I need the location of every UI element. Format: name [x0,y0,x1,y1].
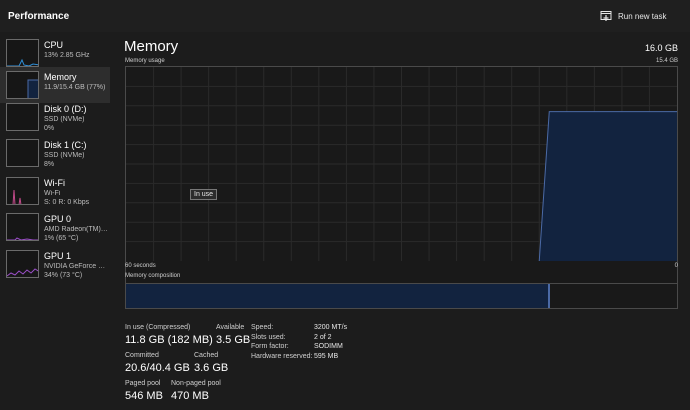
in-use-value: 11.8 GB (182 MB) [125,334,213,346]
sidebar-item-name: Disk 1 (C:) [44,140,87,150]
memory-total: 16.0 GB [644,43,678,53]
title-bar: Performance Run new task [0,0,690,32]
stat-paged-pool: Paged pool 546 MB [125,380,163,402]
sidebar-item-disk-0[interactable]: Disk 0 (D:) SSD (NVMe) 0% [0,99,110,135]
sidebar-item-sub2: 34% (73 °C) [44,272,83,279]
stat-cached: Cached 3.6 GB [194,352,228,374]
sidebar-item-disk-1[interactable]: Disk 1 (C:) SSD (NVMe) 8% [0,135,110,171]
cached-label: Cached [194,352,219,359]
memory-title: Memory [124,38,179,55]
cached-value: 3.6 GB [194,362,229,374]
paged-pool-value: 546 MB [125,390,163,402]
sidebar-item-sub2: 0% [44,125,55,132]
memory-composition-label: Memory composition [125,273,181,279]
sidebar-item-sub: Wi-Fi [44,190,61,197]
memory-thumbnail-graph [6,71,39,99]
sidebar-item-sub2: 1% (65 °C) [44,235,79,242]
in-use-label: In use (Compressed) [125,324,191,331]
sidebar-item-name: GPU 0 [44,214,72,224]
sidebar-item-sub: AMD Radeon(TM) Gr... [44,226,108,233]
speed-value: 3200 MT/s [314,324,348,331]
gpu-1-thumbnail-graph [6,250,39,278]
detail-slots: Slots used: 2 of 2 [251,334,381,344]
memory-panel: Memory 16.0 GB Memory usage 15.4 GB In u… [110,32,690,410]
slots-value: 2 of 2 [314,333,332,341]
stat-in-use: In use (Compressed) 11.8 GB (182 MB) [125,324,213,346]
memory-usage-chart [126,67,677,261]
disk-0-thumbnail-graph [6,103,39,131]
sidebar-item-sub: SSD (NVMe) [44,152,85,159]
run-new-task-button[interactable]: Run new task [600,7,666,25]
sidebar-item-sub2: S: 0 R: 0 Kbps [44,199,90,206]
sidebar-item-gpu-0[interactable]: GPU 0 AMD Radeon(TM) Gr... 1% (65 °C) [0,209,110,245]
sidebar-item-sub: 11.9/15.4 GB (77%) [44,84,106,91]
detail-hardware-reserved: Hardware reserved: 595 MB [251,353,381,363]
sidebar-item-name: Disk 0 (D:) [44,104,87,114]
memory-usage-graph: In use [125,66,678,294]
time-axis-end: 0 [674,263,678,269]
in-use-tooltip: In use [190,189,218,200]
memory-usage-area [539,111,677,261]
sidebar-item-memory[interactable]: Memory 11.9/15.4 GB (77%) [0,67,110,103]
form-factor-value: SODIMM [314,343,343,350]
sidebar-item-sub: 13% 2.85 GHz [44,52,90,59]
hardware-reserved-label: Hardware reserved: [251,352,313,360]
time-axis-start: 60 seconds [125,263,156,269]
committed-label: Committed [125,352,159,359]
committed-value: 20.6/40.4 GB [125,362,190,374]
run-new-task-label: Run new task [618,11,667,21]
sidebar-item-sub: NVIDIA GeForce RTX... [44,263,108,270]
sidebar-item-sub: SSD (NVMe) [44,116,85,123]
sidebar-item-sub2: 8% [44,161,55,168]
memory-usage-label: Memory usage [125,58,165,64]
run-task-icon [600,11,612,21]
form-factor-label: Form factor: [251,343,289,350]
composition-in-use-segment [126,284,551,308]
page-header-title: Performance [8,11,70,22]
hardware-details: Speed: 3200 MT/s Slots used: 2 of 2 Form f… [251,324,381,362]
sidebar-item-cpu[interactable]: CPU 13% 2.85 GHz [0,35,110,71]
sidebar: CPU 13% 2.85 GHz Memory 11.9/15.4 GB (77… [0,32,110,410]
speed-label: Speed: [251,324,274,331]
paged-pool-label: Paged pool [125,380,161,387]
wifi-thumbnail-graph [6,177,39,205]
detail-speed: Speed: 3200 MT/s [251,324,381,334]
slots-label: Slots used: [251,333,286,341]
stat-committed: Committed 20.6/40.4 GB [125,352,190,374]
detail-form-factor: Form factor: SODIMM [251,343,381,353]
sidebar-item-name: CPU [44,40,64,50]
sidebar-item-name: Wi-Fi [44,178,65,188]
available-value: 3.5 GB [216,334,251,346]
sidebar-item-name: Memory [44,72,77,82]
available-label: Available [216,324,245,331]
sidebar-item-wifi[interactable]: Wi-Fi Wi-Fi S: 0 R: 0 Kbps [0,173,110,209]
sidebar-item-name: GPU 1 [44,251,72,261]
disk-1-thumbnail-graph [6,139,39,167]
gpu-0-thumbnail-graph [6,213,39,241]
stat-non-paged-pool: Non-paged pool 470 MB [171,380,221,402]
sidebar-item-gpu-1[interactable]: GPU 1 NVIDIA GeForce RTX... 34% (73 °C) [0,246,110,282]
cpu-thumbnail-graph [6,39,39,67]
memory-usage-max: 15.4 GB [655,58,678,64]
non-paged-pool-value: 470 MB [171,390,209,402]
memory-composition-bar [125,283,678,309]
non-paged-pool-label: Non-paged pool [171,380,221,387]
stat-available: Available 3.5 GB [216,324,250,346]
hardware-reserved-value: 595 MB [314,352,339,360]
